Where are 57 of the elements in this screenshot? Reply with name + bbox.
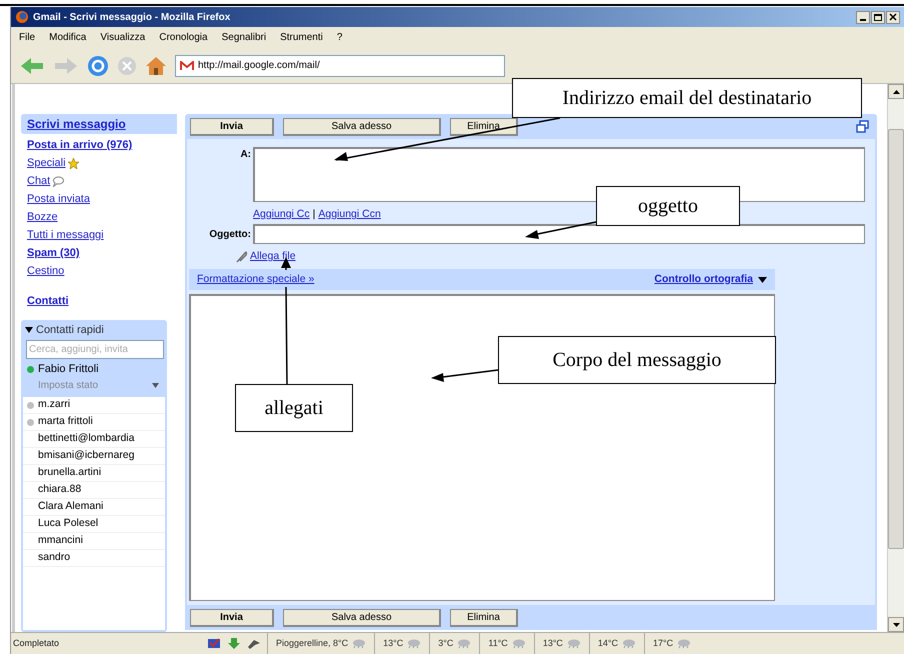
action-button[interactable]: Salva adesso bbox=[283, 608, 441, 626]
address-bar[interactable]: http://mail.google.com/mail/ bbox=[175, 54, 505, 76]
status-text: Completato bbox=[12, 636, 60, 650]
action-button[interactable]: Elimina bbox=[450, 608, 518, 626]
window-title: Gmail - Scrivi messaggio - Mozilla Firefox bbox=[33, 10, 230, 24]
contact-name[interactable]: Fabio Frittoli bbox=[38, 360, 99, 378]
spellcheck-link[interactable]: Controllo ortografia bbox=[654, 272, 753, 288]
contact-name[interactable]: sandro bbox=[38, 550, 70, 566]
contact-name[interactable]: Luca Polesel bbox=[38, 516, 98, 532]
folder-link[interactable]: Posta inviata bbox=[27, 191, 90, 208]
weather-reading: 3°C bbox=[438, 636, 454, 650]
contact-name[interactable]: brunella.artini bbox=[38, 465, 102, 481]
panel-title: Contatti rapidi bbox=[36, 322, 104, 338]
field-label: Oggetto: bbox=[208, 228, 251, 242]
contact-name[interactable]: marta frittoli bbox=[38, 414, 93, 430]
menu-item[interactable]: File bbox=[19, 30, 36, 45]
contact-name[interactable]: chiara.88 bbox=[38, 482, 82, 498]
callout-box: oggetto bbox=[596, 186, 740, 226]
callout-box: Indirizzo email del destinatario bbox=[512, 78, 862, 118]
menu-item[interactable]: Visualizza bbox=[100, 30, 146, 45]
folder-link[interactable]: Chat bbox=[27, 173, 50, 190]
folder-link[interactable]: Speciali bbox=[27, 155, 66, 172]
action-button[interactable]: Invia bbox=[190, 118, 274, 136]
callout-box: allegati bbox=[235, 384, 353, 432]
weather-reading: 13°C bbox=[383, 636, 404, 650]
weather-reading: Pioggerelline, 8°C bbox=[276, 636, 348, 650]
contact-name[interactable]: bettinetti@lombardia bbox=[38, 431, 134, 447]
folder-link[interactable]: Posta in arrivo (976) bbox=[27, 137, 132, 154]
weather-reading: 13°C bbox=[542, 636, 563, 650]
contacts-link[interactable]: Contatti bbox=[27, 295, 69, 307]
add-cc-link[interactable]: Aggiungi Cc bbox=[253, 207, 310, 223]
action-button[interactable]: Elimina bbox=[450, 118, 518, 136]
weather-reading: 17°C bbox=[653, 636, 674, 650]
folder-link[interactable]: Bozze bbox=[27, 209, 58, 226]
contact-name[interactable]: m.zarri bbox=[38, 397, 70, 413]
search-field[interactable]: Cerca, aggiungi, invita bbox=[26, 340, 164, 359]
contact-name[interactable]: bmisani@icbernareg bbox=[38, 448, 134, 464]
menu-item[interactable]: Strumenti bbox=[280, 30, 323, 45]
weather-reading: 14°C bbox=[598, 636, 618, 650]
formatting-link[interactable]: Formattazione speciale » bbox=[197, 272, 314, 288]
contact-name[interactable]: Clara Alemani bbox=[38, 499, 104, 515]
field-label: A: bbox=[239, 148, 251, 162]
add-bcc-link[interactable]: Aggiungi Ccn bbox=[318, 207, 381, 223]
folder-link[interactable]: Cestino bbox=[27, 263, 64, 280]
weather-reading: 11°C bbox=[488, 636, 508, 650]
separator: | bbox=[312, 207, 316, 222]
contact-name[interactable]: mmancini bbox=[38, 533, 83, 549]
menu-item[interactable]: Cronologia bbox=[159, 30, 208, 45]
action-button[interactable]: Salva adesso bbox=[283, 118, 441, 136]
folder-link[interactable]: Tutti i messaggi bbox=[27, 227, 104, 244]
menu-item[interactable]: Segnalibri bbox=[222, 30, 266, 45]
action-button[interactable]: Invia bbox=[190, 608, 274, 626]
menu-item[interactable]: Modifica bbox=[49, 30, 86, 45]
attach-file-link[interactable]: Allega file bbox=[250, 249, 296, 265]
callout-box: Corpo del messaggio bbox=[498, 336, 776, 384]
folder-link[interactable]: Spam (30) bbox=[27, 245, 80, 262]
menu-item[interactable]: ? bbox=[336, 30, 342, 45]
